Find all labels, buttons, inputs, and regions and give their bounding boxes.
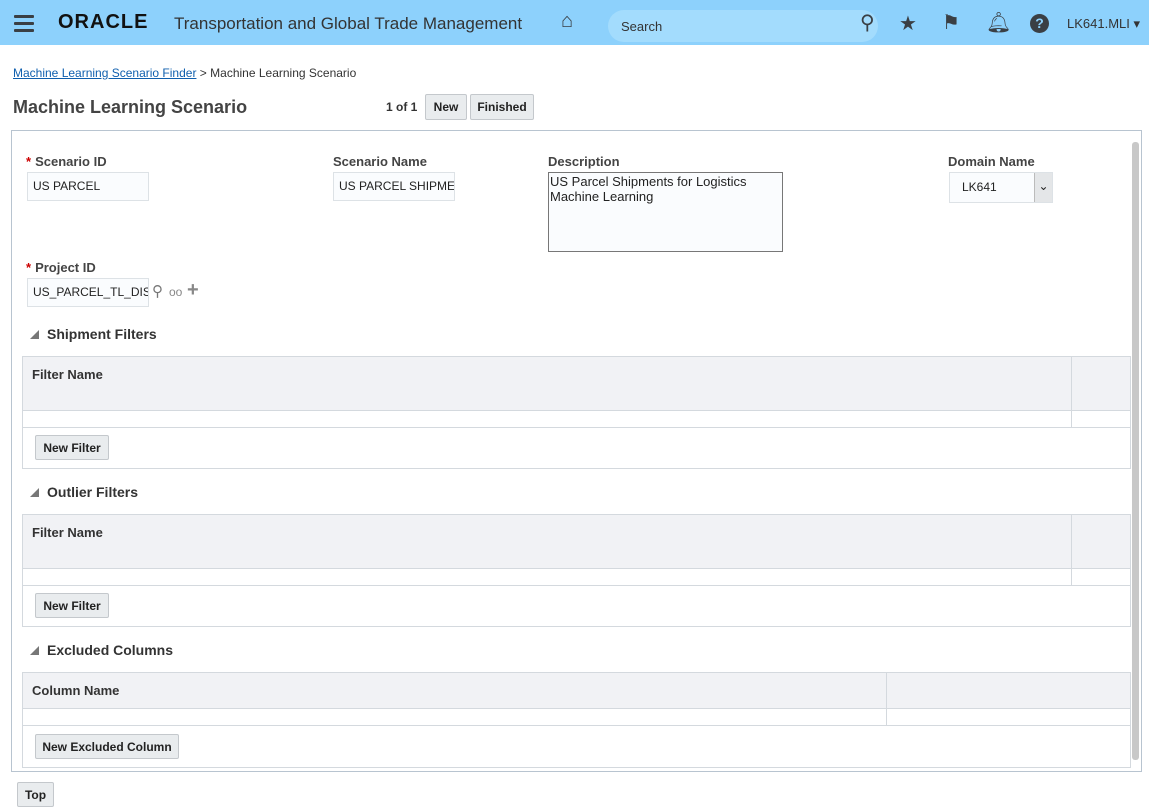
view-glasses-icon[interactable]: oo [169, 285, 182, 299]
outlier-filters-table: Filter Name New Filter [22, 514, 1131, 627]
project-id-label: * Project ID [26, 260, 96, 275]
column-header: Filter Name [23, 515, 1130, 569]
domain-name-value: LK641 [962, 180, 997, 194]
pager: 1 of 1 [386, 100, 418, 114]
new-filter-button[interactable]: New Filter [35, 593, 109, 618]
search-placeholder: Search [621, 19, 663, 34]
scenario-id-input[interactable]: US PARCEL [27, 172, 149, 201]
top-button[interactable]: Top [17, 782, 54, 807]
domain-name-label: Domain Name [948, 154, 1035, 169]
column-header: Column Name [23, 673, 1130, 709]
finished-button[interactable]: Finished [470, 94, 534, 120]
user-name: LK641.MLI [1067, 16, 1130, 31]
new-excluded-column-button[interactable]: New Excluded Column [35, 734, 179, 759]
scenario-name-input[interactable]: US PARCEL SHIPMENTS [333, 172, 455, 201]
add-icon[interactable]: + [187, 280, 199, 300]
description-textarea[interactable]: US Parcel Shipments for Logistics Machin… [548, 172, 783, 252]
breadcrumb-current: Machine Learning Scenario [210, 66, 357, 80]
scrollbar[interactable] [1132, 142, 1139, 760]
notifications-bell-icon[interactable]: 🔔︎ [986, 10, 1011, 35]
search-icon[interactable]: ⚲ [860, 10, 875, 35]
breadcrumb-separator: > [199, 66, 207, 80]
table-row [23, 411, 1130, 428]
breadcrumb-finder-link[interactable]: Machine Learning Scenario Finder [13, 66, 196, 80]
description-label: Description [548, 154, 620, 169]
new-button[interactable]: New [425, 94, 467, 120]
user-menu[interactable]: LK641.MLI ▾ [1067, 16, 1140, 32]
app-title: Transportation and Global Trade Manageme… [174, 14, 523, 33]
excluded-columns-table: Column Name New Excluded Column [22, 672, 1131, 768]
scenario-name-label: Scenario Name [333, 154, 427, 169]
app-header: ORACLE Transportation and Global Trade M… [0, 0, 1149, 45]
new-filter-button[interactable]: New Filter [35, 435, 109, 460]
scenario-id-label: * Scenario ID [26, 154, 107, 169]
outlier-filters-header[interactable]: Outlier Filters [30, 484, 138, 500]
project-id-input[interactable]: US_PARCEL_TL_DIST [27, 278, 149, 307]
excluded-columns-header[interactable]: Excluded Columns [30, 642, 173, 658]
help-icon[interactable]: ? [1030, 14, 1049, 33]
shipment-filters-table: Filter Name New Filter [22, 356, 1131, 469]
home-icon[interactable]: ⌂ [561, 10, 573, 33]
domain-name-select[interactable]: LK641 ⌄ [949, 172, 1053, 203]
lookup-search-icon[interactable]: ⚲ [152, 282, 163, 300]
chevron-down-icon: ⌄ [1034, 173, 1052, 202]
table-row [23, 569, 1130, 586]
column-header: Filter Name [23, 357, 1130, 411]
search-input[interactable]: Search [608, 10, 878, 42]
favorites-star-icon[interactable]: ★ [899, 11, 917, 36]
table-row [23, 709, 1130, 726]
page-title: Machine Learning Scenario [13, 97, 248, 117]
oracle-logo: ORACLE [58, 11, 149, 33]
shipment-filters-header[interactable]: Shipment Filters [30, 326, 157, 342]
breadcrumb: Machine Learning Scenario Finder > Machi… [13, 66, 356, 80]
menu-icon[interactable] [14, 15, 34, 36]
flag-icon[interactable]: ⚑ [942, 10, 960, 35]
